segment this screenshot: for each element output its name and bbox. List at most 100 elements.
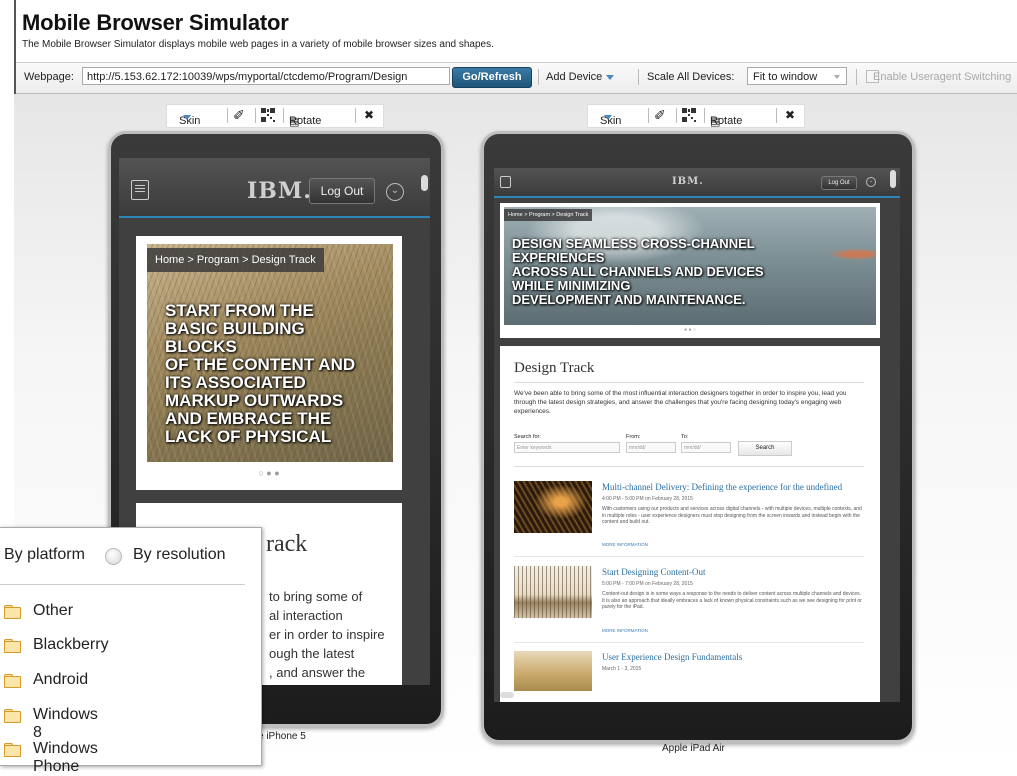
section-title: rack xyxy=(266,531,308,557)
platform-filter-panel: By platform By resolution Other Blackber… xyxy=(0,527,262,775)
link-icon[interactable]: ✐ xyxy=(233,107,245,124)
event-time: 4:00 PM - 5:00 PM on February 28, 2015 xyxy=(602,496,693,502)
to-date-input[interactable]: mm/dd/ xyxy=(681,442,731,453)
folder-icon xyxy=(4,605,21,619)
from-label: From: xyxy=(626,434,641,440)
divider xyxy=(676,108,677,123)
webpage-label: Webpage: xyxy=(24,71,74,83)
more-information-link[interactable]: MORE INFORMATION xyxy=(602,628,648,633)
divider xyxy=(638,69,639,85)
url-input[interactable]: http://5.153.62.172:10039/wps/myportal/c… xyxy=(82,67,450,85)
scrollbar[interactable] xyxy=(421,175,428,191)
qr-code-icon[interactable] xyxy=(261,108,275,125)
carousel-dots[interactable]: ○ ● ● xyxy=(136,468,402,478)
folder-icon xyxy=(4,743,21,757)
content-card: Design Track We've been able to bring so… xyxy=(500,346,880,702)
scale-select[interactable]: Fit to window xyxy=(747,67,847,85)
main-toolbar: Webpage: http://5.153.62.172:10039/wps/m… xyxy=(16,62,1017,94)
intro-paragraph: to bring some of al interaction er in or… xyxy=(269,589,385,680)
page-subtitle: The Mobile Browser Simulator displays mo… xyxy=(22,39,494,50)
scrollbar[interactable] xyxy=(890,170,896,188)
page-title: Mobile Browser Simulator xyxy=(22,10,289,35)
chevron-down-icon xyxy=(604,115,612,120)
hero-text: START FROM THE BASIC BUILDING BLOCKS OF … xyxy=(165,301,356,446)
scale-label: Scale All Devices: xyxy=(647,71,735,83)
from-date-input[interactable]: mm/dd/ xyxy=(626,442,676,453)
logout-button[interactable]: Log Out xyxy=(309,178,375,204)
keyword-input[interactable]: Enter keywords xyxy=(514,442,620,453)
divider xyxy=(704,108,705,123)
divider xyxy=(355,108,356,123)
divider xyxy=(538,69,539,85)
divider xyxy=(514,556,864,557)
intro-paragraph: We've been able to bring some of the mos… xyxy=(514,390,847,415)
hero-card: Home > Program > Design Track DESIGN SEA… xyxy=(500,203,880,338)
event-title[interactable]: User Experience Design Fundamentals xyxy=(602,652,742,662)
divider xyxy=(514,466,864,467)
platform-item-label: Android xyxy=(33,671,89,688)
breadcrumb[interactable]: Home > Program > Design Track xyxy=(504,209,593,221)
divider xyxy=(776,108,777,123)
menu-icon[interactable] xyxy=(500,176,511,188)
divider xyxy=(283,108,284,123)
chevron-down-icon[interactable]: ⌄ xyxy=(386,183,404,201)
close-icon[interactable]: ✖ xyxy=(785,108,795,122)
event-thumbnail[interactable] xyxy=(514,481,592,533)
divider xyxy=(648,108,649,123)
logout-button[interactable]: Log Out xyxy=(821,176,857,190)
horizontal-scrollbar[interactable] xyxy=(500,692,514,698)
event-title[interactable]: Start Designing Content-Out xyxy=(602,567,706,577)
more-information-link[interactable]: MORE INFORMATION xyxy=(602,542,648,547)
event-time: March 1 - 3, 2015 xyxy=(602,666,642,672)
device-toolbar-phone: Skin ✐ ▤ Rotate ✖ xyxy=(166,104,384,128)
by-platform-label: By platform xyxy=(4,546,85,563)
platform-item-label: Windows Phone xyxy=(33,740,98,775)
hero-image: Home > Program > Design Track DESIGN SEA… xyxy=(504,207,876,325)
divider xyxy=(0,584,245,585)
ipad-screen: IBM. Log Out ⌄ Home > Program > Design T… xyxy=(494,168,900,702)
section-title: Design Track xyxy=(514,360,595,376)
close-icon[interactable]: ✖ xyxy=(364,108,374,122)
event-time: 5:00 PM - 7:00 PM on February 28, 2015 xyxy=(602,581,693,587)
breadcrumb[interactable]: Home > Program > Design Track xyxy=(147,248,324,272)
search-button[interactable]: Search xyxy=(738,441,792,456)
menu-icon[interactable] xyxy=(131,180,149,200)
divider xyxy=(514,642,864,643)
device-name-phone: e iPhone 5 xyxy=(258,731,306,742)
link-icon[interactable]: ✐ xyxy=(654,107,666,124)
event-title[interactable]: Multi-channel Delivery: Defining the exp… xyxy=(602,482,842,492)
search-for-label: Search for: xyxy=(514,434,541,440)
platform-item-label: Windows 8 xyxy=(33,706,98,741)
app-header: IBM. Log Out ⌄ xyxy=(494,168,900,198)
by-resolution-label: By resolution xyxy=(133,546,226,563)
ipad-device-frame: IBM. Log Out ⌄ Home > Program > Design T… xyxy=(481,131,915,743)
folder-icon xyxy=(4,709,21,723)
event-description: Content-out design is in some ways a res… xyxy=(602,591,862,610)
resolution-radio[interactable] xyxy=(105,548,122,565)
folder-icon xyxy=(4,639,21,653)
go-refresh-button[interactable]: Go/Refresh xyxy=(452,67,532,88)
divider xyxy=(255,108,256,123)
event-thumbnail[interactable] xyxy=(514,566,592,618)
divider xyxy=(856,69,857,85)
chevron-down-icon xyxy=(183,115,191,120)
platform-item-label: Other xyxy=(33,602,74,619)
by-platform-option[interactable]: By platform xyxy=(4,546,85,564)
scale-select-value: Fit to window xyxy=(753,71,818,83)
by-resolution-option[interactable]: By resolution xyxy=(133,546,226,564)
qr-code-icon[interactable] xyxy=(682,108,696,125)
chevron-down-icon xyxy=(606,74,615,80)
platform-item-label: Blackberry xyxy=(33,636,109,653)
useragent-label: Enable Useragent Switching xyxy=(873,71,1012,83)
hero-text: DESIGN SEAMLESS CROSS-CHANNEL EXPERIENCE… xyxy=(512,236,764,307)
event-description: With customers using our products and se… xyxy=(602,506,862,525)
device-toolbar-ipad: Skin ✐ ▤ Rotate ✖ xyxy=(587,104,805,128)
divider xyxy=(227,108,228,123)
chevron-down-icon[interactable]: ⌄ xyxy=(866,177,876,187)
ibm-logo: IBM. xyxy=(672,176,704,187)
event-thumbnail[interactable] xyxy=(514,651,592,691)
to-label: To: xyxy=(681,434,689,440)
add-device-button[interactable]: Add Device xyxy=(546,71,615,83)
hero-card: Home > Program > Design Track START FROM… xyxy=(136,236,402,490)
carousel-dots[interactable]: ● ● ○ xyxy=(500,327,880,333)
